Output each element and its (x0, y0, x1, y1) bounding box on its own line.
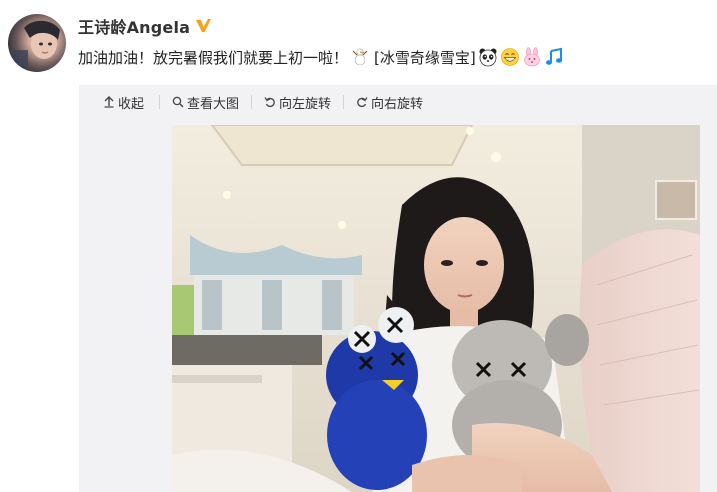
search-icon (172, 96, 184, 108)
grin-face-icon (500, 47, 520, 67)
collapse-label: 收起 (118, 96, 145, 112)
author-row: 王诗龄Angela (78, 14, 212, 38)
emoticon-tag: [冰雪奇缘雪宝] (374, 48, 476, 67)
view-large-button[interactable]: 查看大图 (172, 93, 240, 112)
media-panel: 收起 查看大图 向左旋转 向右旋转 (79, 85, 717, 492)
music-note-icon (544, 47, 564, 67)
rotate-right-label: 向右旋转 (371, 96, 424, 112)
rotate-left-icon (264, 97, 275, 108)
snowman-icon (350, 47, 370, 67)
media-toolbar: 收起 查看大图 向左旋转 向右旋转 (79, 85, 717, 119)
rotate-right-icon (357, 97, 368, 108)
toolbar-divider (343, 95, 345, 109)
avatar[interactable] (8, 14, 66, 72)
toolbar-divider (251, 95, 253, 109)
post-photo[interactable] (172, 125, 700, 492)
bunny-icon (522, 47, 542, 67)
panda-icon (478, 47, 498, 67)
post-text: 加油加油！放完暑假我们就要上初一啦！ [冰雪奇缘雪宝] (78, 44, 564, 70)
toolbar-divider (159, 95, 161, 109)
arrow-up-icon (104, 96, 114, 108)
post-body-text: 加油加油！放完暑假我们就要上初一啦！ (78, 48, 349, 67)
collapse-button[interactable]: 收起 (103, 93, 145, 112)
rotate-right-button[interactable]: 向右旋转 (356, 93, 424, 112)
author-name[interactable]: 王诗龄Angela (78, 14, 190, 38)
rotate-left-label: 向左旋转 (279, 96, 332, 112)
verified-badge-icon (194, 17, 212, 35)
rotate-left-button[interactable]: 向左旋转 (264, 93, 332, 112)
weibo-post: 王诗龄Angela 加油加油！放完暑假我们就要上初一啦！ [冰雪奇缘雪宝] 收起… (0, 0, 717, 492)
view-large-label: 查看大图 (187, 96, 240, 112)
